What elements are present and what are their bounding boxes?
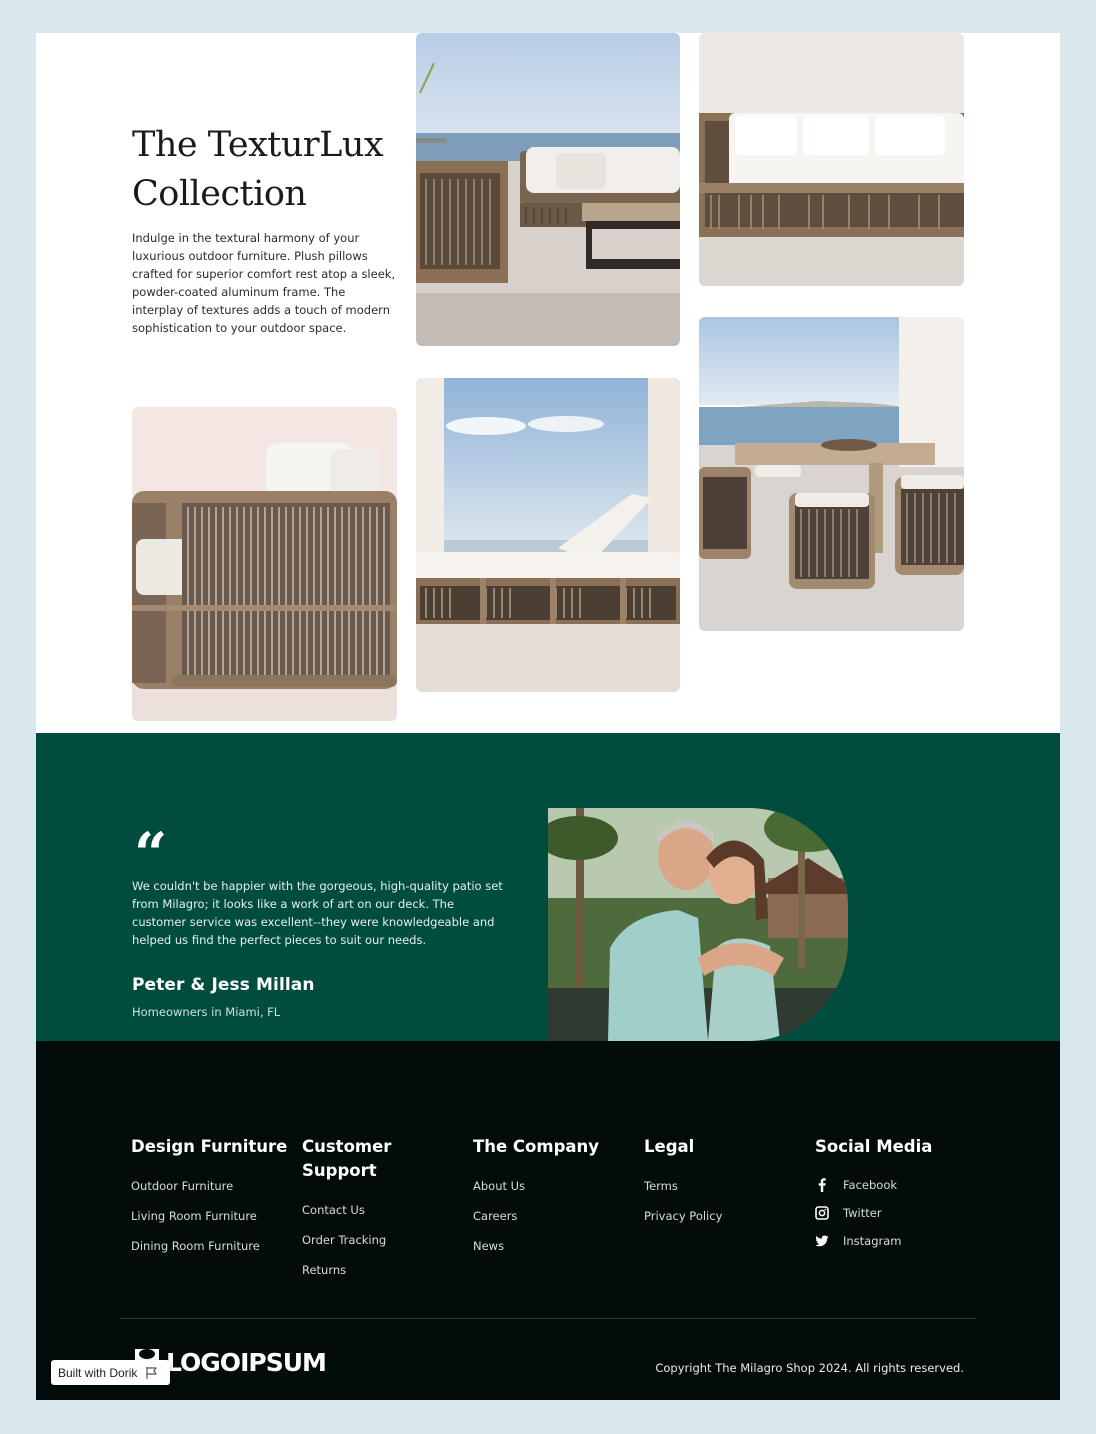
- footer-heading: The Company: [473, 1137, 600, 1156]
- quote-icon: “: [134, 820, 168, 888]
- footer-link-returns[interactable]: Returns: [302, 1263, 422, 1277]
- customer-portrait-photo: [548, 808, 848, 1041]
- facebook-icon: [818, 1178, 826, 1192]
- footer-heading: Social Media: [815, 1137, 933, 1156]
- footer-link-order-tracking[interactable]: Order Tracking: [302, 1233, 422, 1247]
- dining-set-photo: [699, 317, 964, 631]
- social-link-twitter[interactable]: Twitter: [815, 1199, 965, 1227]
- copyright-text: Copyright The Milagro Shop 2024. All rig…: [655, 1361, 964, 1375]
- footer-column-social-media: Social Media Facebook Twitter Instagram: [815, 1135, 965, 1255]
- collection-title: The TexturLux Collection: [132, 125, 384, 214]
- footer-link-dining-room-furniture[interactable]: Dining Room Furniture: [131, 1239, 291, 1253]
- footer-link-news[interactable]: News: [473, 1239, 633, 1253]
- footer-link-careers[interactable]: Careers: [473, 1209, 633, 1223]
- footer-heading: Legal: [644, 1137, 695, 1156]
- page: The TexturLux Collection Indulge in the …: [36, 33, 1060, 1400]
- chaise-lounge-photo: [416, 378, 680, 692]
- collection-section: The TexturLux Collection Indulge in the …: [36, 33, 1060, 733]
- flag-icon: [146, 1366, 157, 1379]
- badge-label: Built with Dorik: [58, 1365, 138, 1380]
- social-link-instagram[interactable]: Instagram: [815, 1227, 965, 1255]
- white-sofa-photo: [699, 33, 964, 286]
- footer-link-contact-us[interactable]: Contact Us: [302, 1203, 422, 1217]
- testimonial-author: Peter & Jess Millan: [132, 975, 315, 995]
- social-link-facebook[interactable]: Facebook: [815, 1171, 965, 1199]
- testimonial-quote: We couldn't be happier with the gorgeous…: [132, 879, 503, 947]
- footer-column-customer-support: Customer Support Contact Us Order Tracki…: [302, 1135, 422, 1277]
- footer-link-privacy-policy[interactable]: Privacy Policy: [644, 1209, 794, 1223]
- social-label: Instagram: [843, 1234, 902, 1248]
- testimonial-role: Homeowners in Miami, FL: [132, 1005, 281, 1019]
- social-label: Twitter: [843, 1206, 882, 1220]
- footer-link-outdoor-furniture[interactable]: Outdoor Furniture: [131, 1179, 291, 1193]
- footer-link-about-us[interactable]: About Us: [473, 1179, 633, 1193]
- built-with-dorik-badge[interactable]: Built with Dorik: [51, 1360, 170, 1385]
- footer-column-legal: Legal Terms Privacy Policy: [644, 1135, 794, 1223]
- twitter-bird-icon: [815, 1235, 829, 1247]
- footer-heading: Customer Support: [302, 1137, 392, 1180]
- footer-link-living-room-furniture[interactable]: Living Room Furniture: [131, 1209, 291, 1223]
- beach-lounge-set-photo: [416, 33, 680, 346]
- footer-divider: [120, 1318, 976, 1319]
- testimonial-section: “ We couldn't be happier with the gorgeo…: [36, 733, 1060, 1041]
- armchair-photo: [132, 407, 397, 721]
- footer-link-terms[interactable]: Terms: [644, 1179, 794, 1193]
- logo-text: LOGOIPSUM: [166, 1347, 327, 1377]
- collection-description: Indulge in the textural harmony of your …: [132, 231, 396, 335]
- footer-heading: Design Furniture: [131, 1137, 288, 1156]
- footer-column-design-furniture: Design Furniture Outdoor Furniture Livin…: [131, 1135, 291, 1253]
- footer: Design Furniture Outdoor Furniture Livin…: [36, 1041, 1060, 1400]
- instagram-glyph-icon: [815, 1206, 829, 1220]
- social-label: Facebook: [843, 1178, 898, 1192]
- footer-column-the-company: The Company About Us Careers News: [473, 1135, 633, 1253]
